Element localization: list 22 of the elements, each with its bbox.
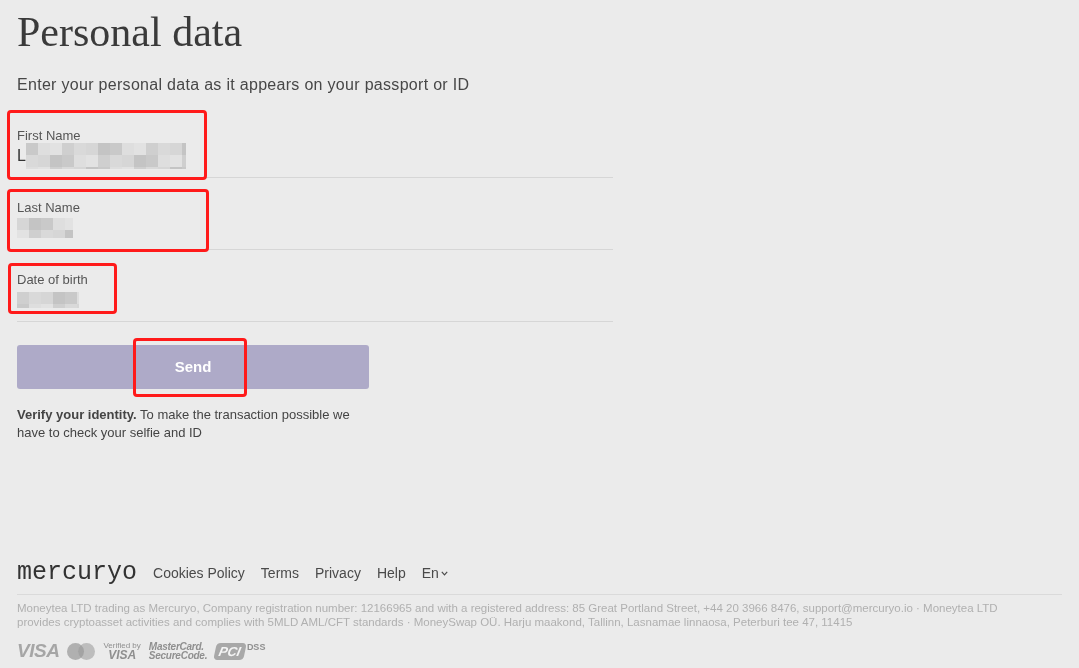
payment-logo: PCI DSS (215, 642, 266, 660)
footer-link[interactable]: Cookies Policy (153, 563, 245, 583)
page-title: Personal data (17, 8, 243, 57)
text-field[interactable]: Date of birth (17, 262, 613, 322)
brand-logo: mercuryo (17, 561, 138, 585)
footer-link[interactable]: Privacy (315, 563, 361, 583)
text-field[interactable]: First Name L (17, 118, 613, 178)
chevron-down-icon (440, 570, 448, 576)
payment-logo: MasterCard. SecureCode. (148, 642, 208, 660)
text-field[interactable]: Last Name (17, 190, 613, 250)
field-label: Last Name (17, 200, 80, 216)
field-label: First Name (17, 128, 81, 144)
overlapping-circles-icon (67, 642, 96, 660)
footer-link[interactable]: Help (376, 563, 406, 583)
language-selector[interactable]: En (421, 563, 448, 583)
field-label: Date of birth (17, 272, 88, 288)
footer-link[interactable]: Terms (260, 563, 299, 583)
subtitle-text: Enter your personal data as it appears on your passport or ID (17, 75, 470, 95)
field-value: L (17, 146, 26, 166)
notice-text: Verify your identity. To make the transaction possible we have to check your selfie and ID (17, 406, 351, 442)
payment-logo: Verified by VISA (103, 641, 141, 661)
payment-logo: VISA (17, 642, 60, 660)
